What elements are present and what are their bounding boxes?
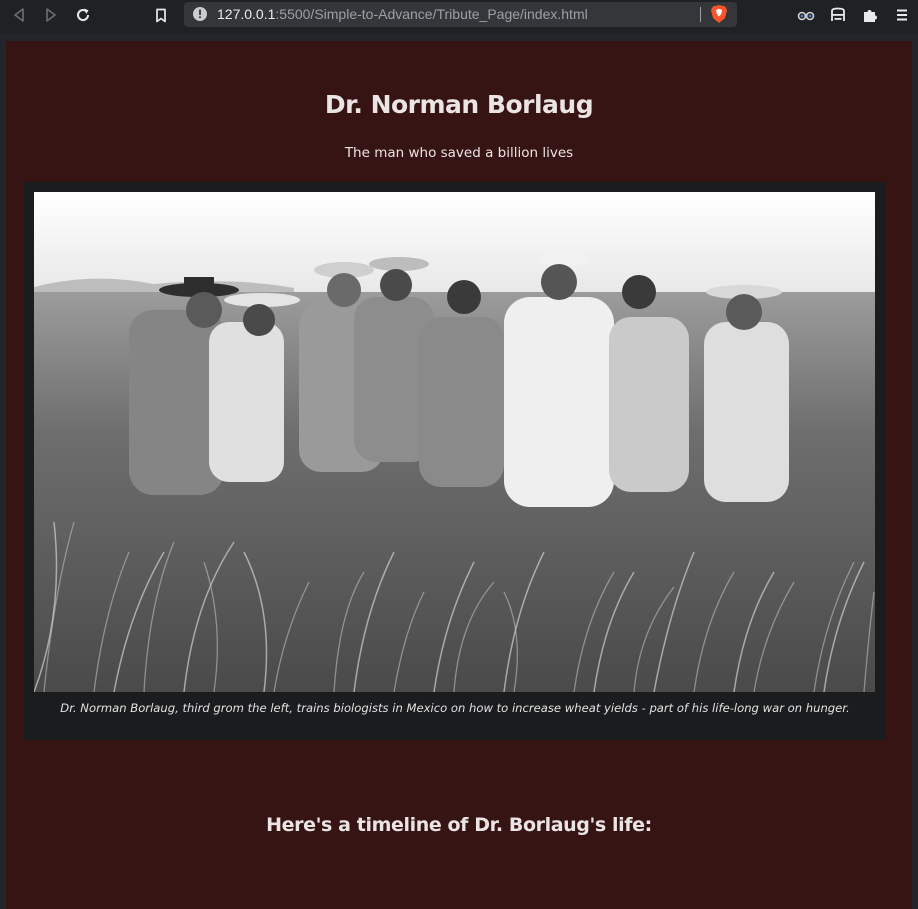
back-button[interactable]: [6, 4, 32, 26]
site-info-button[interactable]: [192, 6, 208, 27]
image-caption: Dr. Norman Borlaug, third grom the left,…: [60, 701, 850, 715]
borlaug-photo: [34, 192, 875, 692]
timeline-heading: Here's a timeline of Dr. Borlaug's life:: [266, 814, 652, 836]
page-viewport: Dr. Norman Borlaug The man who saved a b…: [0, 33, 918, 909]
reload-button[interactable]: [70, 4, 96, 26]
extension-button[interactable]: [794, 4, 818, 26]
browser-toolbar: 127.0.0.1:5500/Simple-to-Advance/Tribute…: [0, 0, 918, 33]
reload-icon: [77, 8, 90, 22]
bookmark-button[interactable]: [148, 4, 174, 26]
extensions-button[interactable]: [858, 4, 882, 26]
page-title: Dr. Norman Borlaug: [324, 90, 594, 119]
extensions-icon: [864, 10, 877, 22]
forward-button[interactable]: [38, 4, 64, 26]
reading-list-button[interactable]: [826, 4, 850, 26]
profile-icon: [797, 11, 815, 21]
url-path: :5500/Simple-to-Advance/Tribute_Page/ind…: [275, 6, 588, 22]
brave-shield-icon: [711, 5, 727, 23]
image-figure: Dr. Norman Borlaug, third grom the left,…: [24, 182, 886, 740]
forward-icon: [46, 8, 56, 22]
brave-shields-button[interactable]: [710, 4, 728, 29]
address-bar[interactable]: 127.0.0.1:5500/Simple-to-Advance/Tribute…: [184, 2, 737, 27]
bookmark-icon: [156, 8, 166, 22]
back-icon: [14, 8, 24, 22]
photo-illustration: [34, 192, 875, 692]
menu-button[interactable]: [890, 4, 914, 26]
info-icon: [193, 7, 207, 21]
url-host: 127.0.0.1: [217, 6, 276, 22]
url-text: 127.0.0.1:5500/Simple-to-Advance/Tribute…: [217, 6, 588, 23]
menu-icon: [897, 9, 907, 21]
url-divider: [700, 7, 701, 22]
reading-list-icon: [831, 7, 845, 21]
page-subtitle: The man who saved a billion lives: [344, 145, 574, 161]
